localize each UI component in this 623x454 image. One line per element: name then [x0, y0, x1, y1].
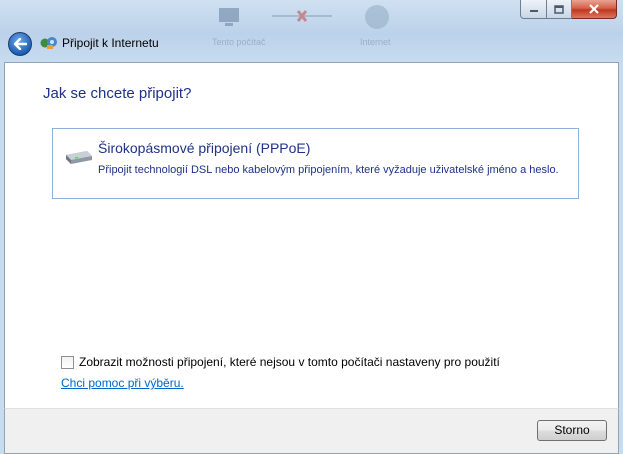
help-choose-link[interactable]: Chci pomoc při výběru. — [61, 376, 184, 390]
back-button[interactable] — [8, 32, 32, 56]
computer-icon — [215, 2, 245, 37]
option-description: Připojit technologií DSL nebo kabelovým … — [98, 164, 559, 176]
background-label-internet: Internet — [360, 37, 391, 47]
globe-icon — [362, 2, 392, 37]
maximize-button[interactable] — [547, 0, 572, 19]
show-unconfigured-options-checkbox[interactable] — [61, 355, 74, 369]
main-heading: Jak se chcete připojit? — [43, 85, 192, 102]
option-title: Širokopásmové připojení (PPPoE) — [98, 140, 311, 156]
maximize-icon — [554, 4, 564, 14]
caption-buttons — [520, 0, 617, 19]
back-arrow-icon — [13, 38, 27, 50]
wizard-content: Jak se chcete připojit? Širokopásmové př… — [4, 62, 619, 408]
network-connection-icon — [40, 37, 57, 49]
cancel-button[interactable]: Storno — [537, 420, 607, 441]
page-title: Připojit k Internetu — [62, 36, 159, 50]
option-broadband-pppoe[interactable]: Širokopásmové připojení (PPPoE) Připojit… — [52, 128, 579, 199]
background-label-computer: Tento počítač — [212, 37, 266, 47]
wizard-footer: Storno — [4, 408, 619, 454]
minimize-icon — [529, 10, 538, 12]
close-button[interactable] — [572, 0, 617, 19]
checkbox-label: Zobrazit možnosti připojení, které nejso… — [79, 355, 500, 369]
minimize-button[interactable] — [520, 0, 547, 19]
show-unconfigured-options-row[interactable]: Zobrazit možnosti připojení, které nejso… — [61, 355, 500, 369]
close-icon — [589, 4, 599, 14]
disconnect-icon — [272, 9, 332, 28]
window-chrome: Tento počítač Internet Připojit k Intern… — [0, 0, 623, 62]
broadband-modem-icon — [66, 151, 92, 164]
